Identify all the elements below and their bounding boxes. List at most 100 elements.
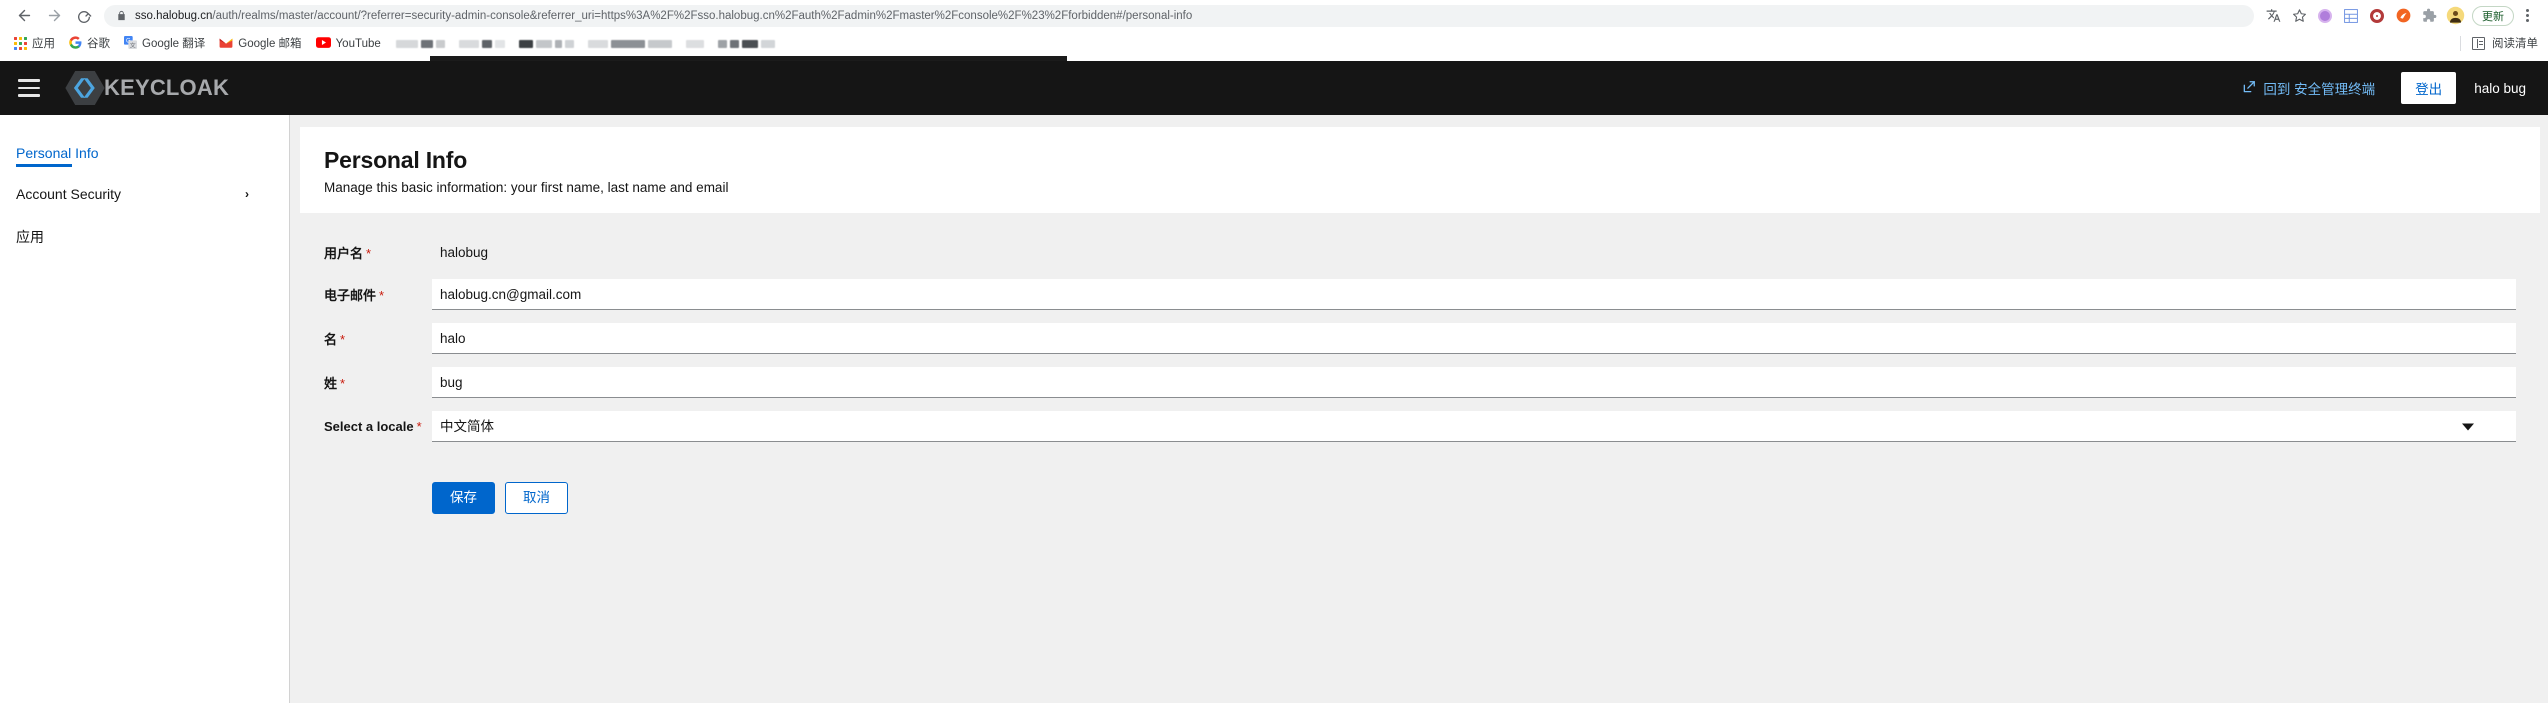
required-marker: *	[340, 376, 346, 391]
brand[interactable]: KEYCLOAK	[64, 71, 229, 105]
omnibox-actions: 更新	[2260, 3, 2538, 29]
back-to-console-link[interactable]: 回到 安全管理终端	[2234, 72, 2383, 104]
form-row-locale: Select a locale * 中文简体	[324, 411, 2516, 442]
save-button[interactable]: 保存	[432, 482, 495, 514]
google-translate-icon: G文	[124, 35, 137, 52]
email-label: 电子邮件 *	[324, 285, 432, 304]
bookmark-label: Google 翻译	[142, 37, 206, 50]
navigation-buttons	[10, 2, 98, 30]
label-text: 名	[324, 332, 338, 347]
sidebar-item-label: 应用	[16, 229, 44, 245]
sidebar-item-account-security[interactable]: Account Security ›	[0, 178, 289, 210]
chevron-right-icon: ›	[245, 187, 249, 201]
required-marker: *	[416, 419, 422, 434]
bookmark-label: 应用	[32, 37, 55, 50]
form-actions: 保存 取消	[324, 482, 2516, 514]
label-text: 姓	[324, 376, 338, 391]
bookmarks-bar: 应用 谷歌 G文 Google 翻译 Google 邮箱 YouTube 阅读清…	[0, 31, 2548, 56]
reading-list-label: 阅读清单	[2492, 37, 2538, 50]
sidebar-item-applications[interactable]: 应用	[0, 219, 289, 255]
forward-icon[interactable]	[40, 2, 68, 30]
chrome-menu-icon[interactable]	[2516, 5, 2538, 27]
url-text: sso.halobug.cn/auth/realms/master/accoun…	[135, 5, 1192, 27]
locale-label: Select a locale *	[324, 419, 432, 434]
star-icon[interactable]	[2286, 3, 2312, 29]
bookmark-redacted-group-1[interactable]	[395, 39, 445, 48]
url-host: sso.halobug.cn	[135, 9, 213, 22]
bookmark-redacted-group-5[interactable]	[685, 39, 704, 48]
label-text: 电子邮件	[324, 288, 377, 303]
bookmark-google-translate[interactable]: G文 Google 翻译	[118, 34, 211, 54]
extension-icon-2[interactable]	[2338, 3, 2364, 29]
bookmark-redacted-group-6[interactable]	[717, 39, 775, 48]
cancel-button[interactable]: 取消	[505, 482, 568, 514]
firstname-field[interactable]	[432, 323, 2516, 354]
puzzle-icon[interactable]	[2416, 3, 2442, 29]
extension-icon-4[interactable]	[2390, 3, 2416, 29]
logout-button[interactable]: 登出	[2401, 72, 2457, 104]
masthead-toolbar: 回到 安全管理终端 登出 halo bug	[2234, 72, 2526, 104]
form-row-username: 用户名 * halobug	[324, 239, 2516, 266]
lock-icon	[116, 10, 127, 21]
app-masthead: KEYCLOAK 回到 安全管理终端 登出 halo bug	[0, 61, 2548, 115]
locale-select-wrapper: 中文简体	[432, 411, 2516, 442]
email-control	[432, 279, 2516, 310]
hamburger-icon[interactable]	[14, 73, 44, 103]
translate-icon[interactable]	[2260, 3, 2286, 29]
extension-icon-1[interactable]	[2312, 3, 2338, 29]
sidebar-item-personal-info[interactable]: Personal Info	[0, 137, 289, 169]
bookmark-label: Google 邮箱	[238, 37, 302, 50]
sidebar-item-label: Account Security	[16, 186, 122, 202]
lastname-label: 姓 *	[324, 373, 432, 392]
locale-select[interactable]: 中文简体	[432, 411, 2516, 442]
reading-list-button[interactable]: 阅读清单	[2460, 31, 2538, 56]
firstname-label: 名 *	[324, 329, 432, 348]
required-marker: *	[366, 246, 372, 261]
bookmark-redacted-group-4[interactable]	[587, 39, 672, 48]
bookmark-google[interactable]: 谷歌	[63, 34, 116, 54]
required-marker: *	[379, 288, 385, 303]
bookmark-redacted-group-3[interactable]	[518, 39, 574, 48]
back-icon[interactable]	[10, 2, 38, 30]
reload-icon[interactable]	[70, 2, 98, 30]
lastname-field[interactable]	[432, 367, 2516, 398]
page-subtitle: Manage this basic information: your firs…	[324, 180, 729, 195]
brand-text: KEYCLOAK	[104, 75, 230, 100]
required-marker: *	[340, 332, 346, 347]
main-content: Personal Info Manage this basic informat…	[290, 115, 2548, 703]
gmail-icon	[219, 37, 233, 51]
google-g-icon	[69, 35, 82, 52]
youtube-icon	[315, 36, 331, 51]
update-button[interactable]: 更新	[2472, 5, 2514, 26]
divider	[2460, 36, 2461, 51]
back-to-console-label: 回到 安全管理终端	[2263, 82, 2376, 97]
username-label: 用户名 *	[324, 243, 432, 262]
address-bar[interactable]: sso.halobug.cn/auth/realms/master/accoun…	[104, 4, 2254, 27]
form-row-email: 电子邮件 *	[324, 279, 2516, 310]
page-load-indicator	[0, 56, 2548, 61]
firstname-control	[432, 323, 2516, 354]
label-text: 用户名	[324, 246, 364, 261]
card-header: Personal Info Manage this basic informat…	[300, 127, 2540, 213]
sidebar-item-label: Personal Info	[16, 145, 99, 161]
lastname-control	[432, 367, 2516, 398]
keycloak-logo-icon	[65, 71, 105, 105]
url-path: /auth/realms/master/account/?referrer=se…	[212, 9, 1193, 22]
bookmark-youtube[interactable]: YouTube	[310, 35, 387, 53]
external-link-icon	[2242, 80, 2256, 97]
bookmark-apps[interactable]: 应用	[8, 35, 61, 53]
username-display[interactable]: halo bug	[2474, 81, 2526, 96]
email-field[interactable]	[432, 279, 2516, 310]
bookmark-label: 谷歌	[87, 37, 110, 50]
form-row-lastname: 姓 *	[324, 367, 2516, 398]
personal-info-card: Personal Info Manage this basic informat…	[300, 127, 2540, 514]
avatar-icon[interactable]	[2442, 3, 2468, 29]
reading-list-icon	[2472, 37, 2485, 50]
browser-chrome: sso.halobug.cn/auth/realms/master/accoun…	[0, 0, 2548, 61]
bookmark-gmail[interactable]: Google 邮箱	[213, 35, 307, 53]
bookmark-redacted-group-2[interactable]	[458, 39, 505, 48]
apps-grid-icon	[14, 37, 27, 50]
extension-icon-3[interactable]	[2364, 3, 2390, 29]
